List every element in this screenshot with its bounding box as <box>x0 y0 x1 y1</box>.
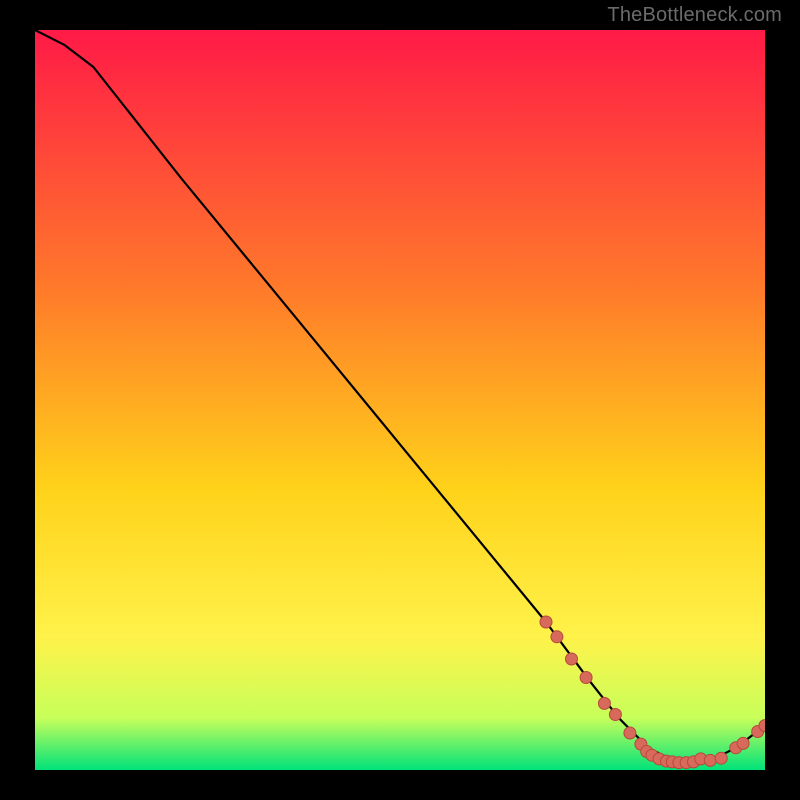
curve-marker <box>624 727 636 739</box>
gradient-background <box>35 30 765 770</box>
curve-marker <box>609 709 621 721</box>
chart-stage: TheBottleneck.com <box>0 0 800 800</box>
curve-marker <box>737 737 749 749</box>
curve-marker <box>715 752 727 764</box>
plot-area <box>35 30 765 770</box>
curve-marker <box>566 653 578 665</box>
curve-marker <box>598 697 610 709</box>
curve-marker <box>551 631 563 643</box>
curve-marker <box>704 754 716 766</box>
curve-marker <box>540 616 552 628</box>
plot-svg <box>35 30 765 770</box>
curve-marker <box>580 672 592 684</box>
watermark-text: TheBottleneck.com <box>607 4 782 27</box>
